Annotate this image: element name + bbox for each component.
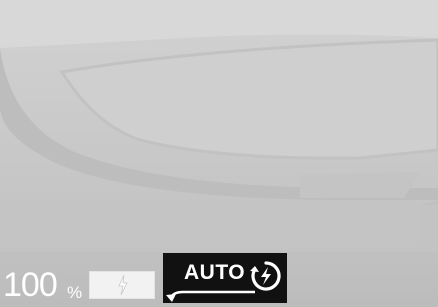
- lightning-bolt-icon: [118, 274, 128, 296]
- auto-return-arrow-icon: [166, 290, 255, 302]
- battery-percentage: 100: [3, 266, 58, 304]
- battery-percent-unit: %: [67, 283, 83, 302]
